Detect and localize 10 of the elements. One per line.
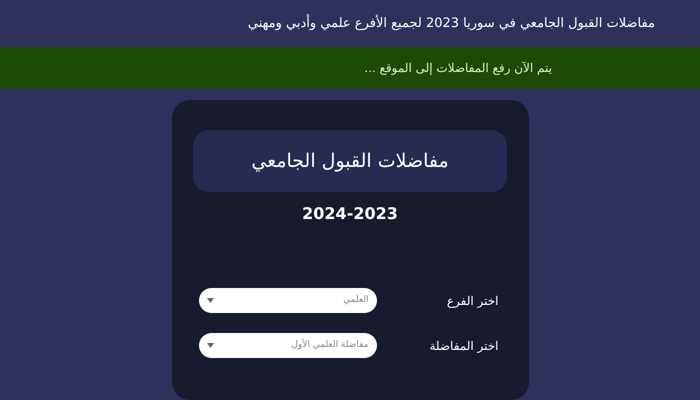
select-field[interactable]: مفاضلة العلمي الأول <box>198 333 376 358</box>
caret-icon <box>206 298 214 303</box>
status-banner: يتم الآن رفع المفاضلات إلى الموقع ... <box>0 46 700 89</box>
select-field[interactable]: العلمي <box>198 288 376 313</box>
card-title: مفاضلات القبول الجامعي <box>193 130 507 192</box>
headline: مفاضلات القبول الجامعي في سوريا 2023 لجميع الأفرع علمي وأدبي ومهني <box>248 14 655 33</box>
caret-icon <box>206 343 214 348</box>
field-label: اختر المفاضلة <box>428 338 498 354</box>
field-label: اختر الفرع <box>446 292 498 310</box>
year-range: 2024-2023 <box>302 203 398 225</box>
